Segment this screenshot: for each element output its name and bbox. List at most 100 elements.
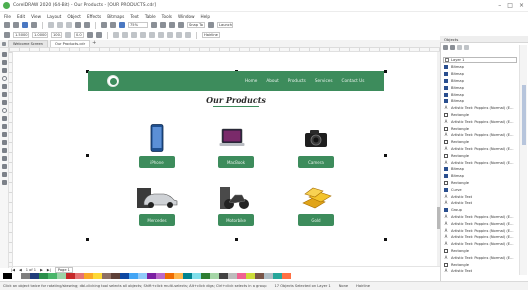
- docker-scrollbar-thumb[interactable]: [522, 85, 526, 145]
- copy-icon[interactable]: [57, 22, 63, 28]
- site-nav-contact[interactable]: Contact Us: [342, 78, 365, 83]
- artistic-media-tool-icon[interactable]: [1, 92, 7, 97]
- object-list-item[interactable]: Bitmap: [444, 78, 516, 85]
- gold-bars-icon[interactable]: [301, 185, 335, 211]
- grid-icon[interactable]: [169, 22, 175, 28]
- delete-layer-icon[interactable]: [457, 45, 462, 50]
- align-distribute-icon[interactable]: [185, 32, 191, 38]
- launch-dropdown[interactable]: Launch: [217, 22, 233, 28]
- weld-icon[interactable]: [149, 32, 155, 38]
- object-x-field[interactable]: 1.5000": [13, 32, 29, 38]
- color-swatch[interactable]: [39, 273, 48, 279]
- color-swatch[interactable]: [102, 273, 111, 279]
- scale-x-field[interactable]: 100.0: [51, 32, 62, 38]
- export-icon[interactable]: [110, 22, 116, 28]
- object-list-item[interactable]: Curve: [444, 186, 516, 193]
- color-swatch[interactable]: [120, 273, 129, 279]
- ellipse-tool-icon[interactable]: [1, 108, 7, 113]
- object-list-item[interactable]: Rectangle: [444, 180, 516, 187]
- site-nav-services[interactable]: Services: [315, 78, 333, 83]
- object-list-item[interactable]: A Artistic Text: Poppins (Normal) (E...: [444, 118, 516, 125]
- color-swatch[interactable]: [111, 273, 120, 279]
- interactive-fill-tool-icon[interactable]: [1, 172, 7, 177]
- selection-handle[interactable]: [384, 238, 387, 241]
- import-icon[interactable]: [101, 22, 107, 28]
- new-layer-icon[interactable]: [450, 45, 455, 50]
- color-swatch[interactable]: [165, 273, 174, 279]
- lock-ratio-icon[interactable]: [65, 32, 71, 38]
- product-button-mercedes[interactable]: Mercedes: [139, 214, 175, 226]
- menu-help[interactable]: Help: [201, 14, 211, 19]
- object-list-item[interactable]: A Artistic Text: Poppins (Normal) (E...: [444, 146, 516, 153]
- selection-handle[interactable]: [384, 70, 387, 73]
- shape-tool-icon[interactable]: [1, 60, 7, 65]
- color-swatch[interactable]: [183, 273, 192, 279]
- object-list-item[interactable]: Bitmap: [444, 64, 516, 71]
- pick-tool-icon[interactable]: [1, 52, 7, 57]
- tab-our-products[interactable]: Our Products.cdr: [49, 40, 91, 47]
- menu-window[interactable]: Window: [178, 14, 195, 19]
- object-list-item[interactable]: Bitmap: [444, 98, 516, 105]
- color-swatch[interactable]: [48, 273, 57, 279]
- object-list-item[interactable]: Rectangle: [444, 248, 516, 255]
- color-swatch[interactable]: [219, 273, 228, 279]
- ungroup-all-icon[interactable]: [131, 32, 137, 38]
- object-list-item[interactable]: Bitmap: [444, 84, 516, 91]
- object-list-item[interactable]: Bitmap: [444, 91, 516, 98]
- crop-tool-icon[interactable]: [1, 68, 7, 73]
- menu-layout[interactable]: Layout: [47, 14, 61, 19]
- intersect-icon[interactable]: [167, 32, 173, 38]
- menu-edit[interactable]: Edit: [17, 14, 25, 19]
- status-outline[interactable]: Hairline: [356, 284, 370, 288]
- object-list-item[interactable]: Rectangle: [444, 139, 516, 146]
- menu-table[interactable]: Table: [145, 14, 156, 19]
- outline-width-field[interactable]: Hairline: [202, 32, 220, 38]
- object-list-item[interactable]: A Artistic Text: Poppins (Normal) (E...: [444, 220, 516, 227]
- color-swatch[interactable]: [282, 273, 291, 279]
- zoom-level-field[interactable]: 75%: [128, 22, 148, 28]
- add-tab-icon[interactable]: +: [92, 40, 96, 47]
- color-swatch[interactable]: [129, 273, 138, 279]
- menu-view[interactable]: View: [31, 14, 41, 19]
- object-list-item[interactable]: A Artistic Text: Poppins (Normal) (E...: [444, 214, 516, 221]
- color-swatch[interactable]: [30, 273, 39, 279]
- home-icon[interactable]: [2, 42, 6, 46]
- layer-select[interactable]: Layer 1: [443, 57, 517, 63]
- color-swatch[interactable]: [210, 273, 219, 279]
- object-list-item[interactable]: A Artistic Text: [444, 193, 516, 200]
- minimize-button[interactable]: –: [498, 2, 501, 9]
- mirror-horizontal-icon[interactable]: [87, 32, 93, 38]
- drop-shadow-tool-icon[interactable]: [1, 148, 7, 153]
- selection-handle[interactable]: [235, 238, 238, 241]
- object-list-item[interactable]: Bitmap: [444, 71, 516, 78]
- object-list-item[interactable]: Bitmap: [444, 166, 516, 173]
- first-page-button[interactable]: |◀: [11, 268, 15, 272]
- docker-tab-objects[interactable]: Objects: [440, 36, 528, 43]
- object-list-item[interactable]: A Artistic Text: Poppins (Normal) (E...: [444, 159, 516, 166]
- color-swatch[interactable]: [57, 273, 66, 279]
- phone-icon[interactable]: [150, 124, 164, 153]
- color-swatch[interactable]: [147, 273, 156, 279]
- transparency-tool-icon[interactable]: [1, 156, 7, 161]
- site-nav-home[interactable]: Home: [245, 78, 257, 83]
- color-swatch[interactable]: [12, 273, 21, 279]
- color-swatch[interactable]: [21, 273, 30, 279]
- color-swatch[interactable]: [3, 273, 12, 279]
- combine-icon[interactable]: [140, 32, 146, 38]
- undo-icon[interactable]: [75, 22, 81, 28]
- color-swatch[interactable]: [246, 273, 255, 279]
- object-width-field[interactable]: 1.0000": [32, 32, 48, 38]
- tab-welcome-screen[interactable]: Welcome Screen: [8, 40, 48, 47]
- selection-handle[interactable]: [384, 154, 387, 157]
- color-swatch[interactable]: [228, 273, 237, 279]
- previous-page-button[interactable]: ◀: [19, 268, 22, 272]
- zoom-tool-icon[interactable]: [1, 76, 7, 81]
- parallel-dimension-tool-icon[interactable]: [1, 132, 7, 137]
- last-page-button[interactable]: ▶|: [47, 268, 51, 272]
- layer-checkbox[interactable]: [445, 58, 449, 62]
- camera-icon[interactable]: [304, 128, 328, 148]
- page-size-icon[interactable]: [4, 32, 10, 38]
- object-list-item[interactable]: A Artistic Text: Poppins (Normal) (E...: [444, 254, 516, 261]
- paste-icon[interactable]: [66, 22, 72, 28]
- print-icon[interactable]: [31, 22, 37, 28]
